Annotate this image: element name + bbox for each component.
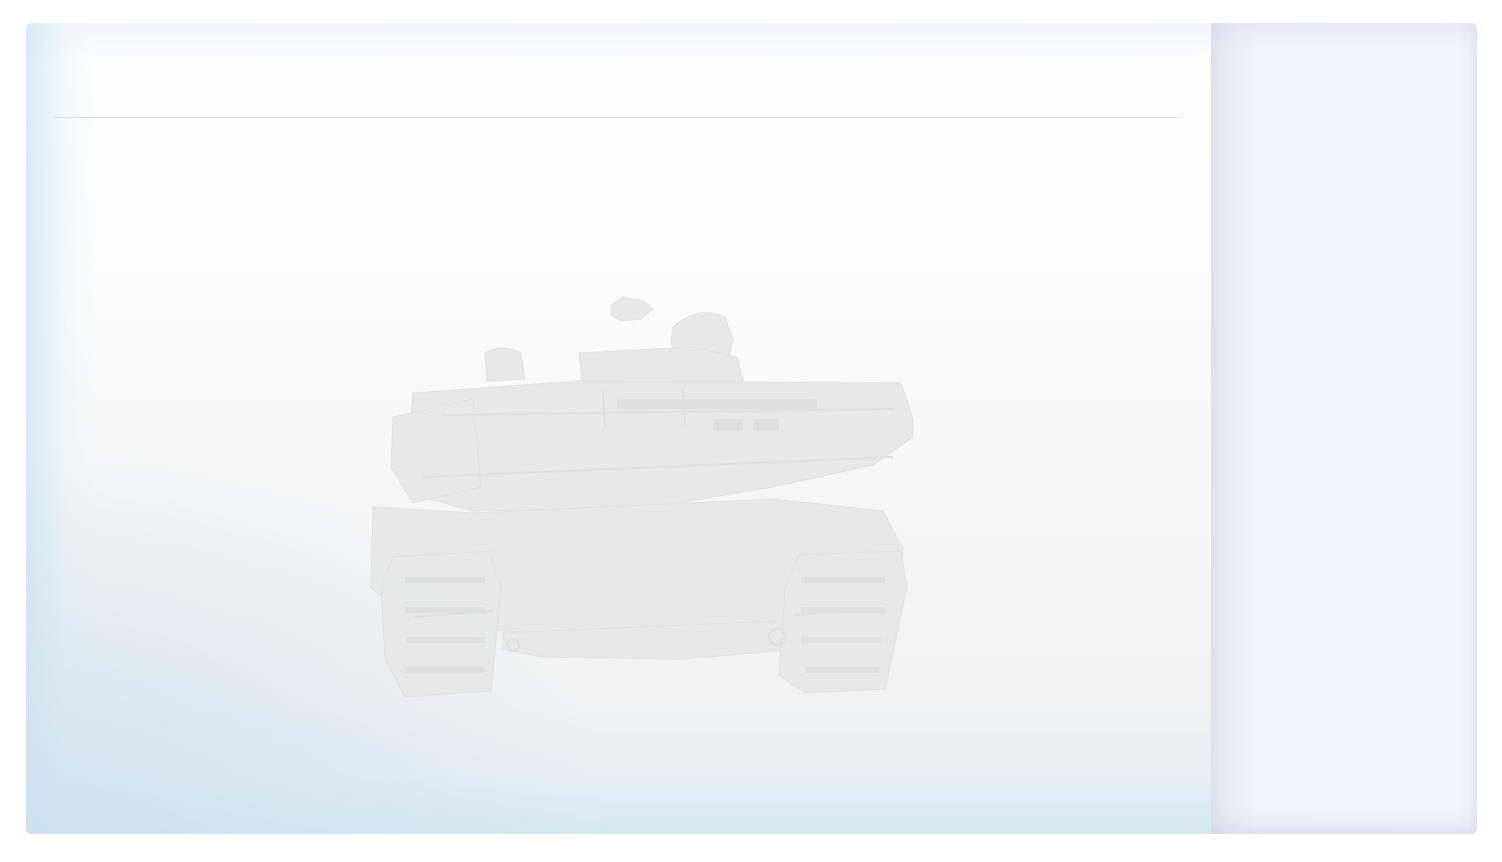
tank-icon	[370, 296, 914, 698]
header-divider	[53, 117, 1180, 118]
app-window	[26, 23, 1477, 834]
main-panel	[26, 23, 1211, 834]
content-area	[53, 119, 1180, 809]
header-area	[53, 23, 1180, 118]
side-panel	[1211, 23, 1477, 834]
